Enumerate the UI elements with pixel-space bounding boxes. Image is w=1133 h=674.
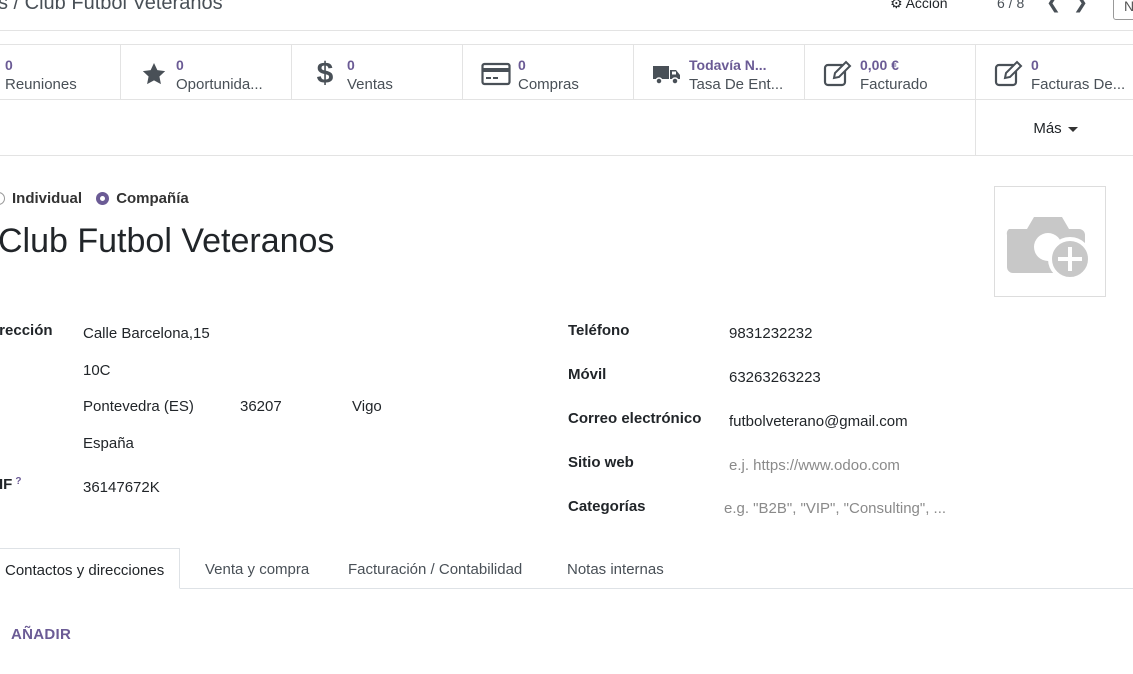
radio-checked-icon bbox=[96, 192, 110, 205]
stat-button-opportunities[interactable]: 0 Oportunida... bbox=[121, 45, 292, 100]
notebook-tabs: Contactos y direcciones Venta y compra F… bbox=[0, 548, 1133, 589]
help-icon[interactable]: ? bbox=[15, 476, 21, 487]
dollar-icon: $ bbox=[316, 57, 334, 90]
website-label: Sitio web bbox=[568, 454, 634, 471]
stat-label: Compras bbox=[518, 76, 579, 93]
star-icon bbox=[139, 59, 169, 89]
radio-label: Compañía bbox=[116, 190, 189, 207]
city-field[interactable]: Vigo bbox=[352, 398, 382, 415]
pager-next-icon[interactable]: ❯ bbox=[1073, 0, 1088, 13]
radio-circle-icon bbox=[0, 192, 5, 205]
radio-individual[interactable]: Individual bbox=[0, 190, 82, 207]
gear-icon: ⚙ bbox=[890, 0, 903, 11]
caret-down-icon bbox=[1067, 126, 1078, 132]
website-field[interactable]: e.j. https://www.odoo.com bbox=[729, 457, 900, 474]
phone-field[interactable]: 9831232232 bbox=[729, 325, 812, 342]
pager-previous-icon[interactable]: ❮ bbox=[1046, 0, 1061, 13]
truck-icon bbox=[652, 59, 682, 89]
action-menu[interactable]: ⚙ Acción bbox=[890, 0, 948, 12]
more-dropdown[interactable]: Más bbox=[975, 100, 1133, 155]
avatar-upload[interactable] bbox=[994, 186, 1106, 297]
tab-sales-purchase[interactable]: Venta y compra bbox=[205, 548, 309, 589]
address-label: irección bbox=[0, 322, 53, 339]
edit-icon bbox=[994, 59, 1024, 89]
street2-field[interactable]: 10C bbox=[83, 362, 111, 379]
stat-value: 0 bbox=[1031, 57, 1039, 73]
zip-field[interactable]: 36207 bbox=[240, 398, 282, 415]
stat-label: Tasa De Ent... bbox=[689, 76, 784, 93]
stat-button-invoiced[interactable]: 0,00 € Facturado bbox=[805, 45, 976, 100]
action-label: Acción bbox=[905, 0, 948, 11]
new-button[interactable]: N bbox=[1113, 0, 1133, 20]
tags-label: Categorías bbox=[568, 498, 646, 515]
company-type-radio-group: Individual Compañía bbox=[0, 190, 199, 207]
stat-label: Facturado bbox=[860, 76, 928, 93]
stat-value: 0 bbox=[5, 57, 13, 73]
stat-label: Facturas De... bbox=[1031, 76, 1126, 93]
stat-button-sales[interactable]: $ 0 Ventas bbox=[292, 45, 463, 100]
tab-accounting[interactable]: Facturación / Contabilidad bbox=[348, 548, 522, 589]
stat-value: 0 bbox=[518, 57, 526, 73]
tab-contacts[interactable]: Contactos y direcciones bbox=[0, 548, 181, 589]
more-label: Más bbox=[1033, 120, 1062, 137]
stat-value: 0 bbox=[347, 57, 355, 73]
stat-label: Oportunida... bbox=[176, 76, 263, 93]
pager-value[interactable]: 6 / 8 bbox=[997, 0, 1024, 11]
camera-plus-icon bbox=[1006, 217, 1092, 281]
credit-card-icon bbox=[481, 59, 511, 89]
mobile-field[interactable]: 63263263223 bbox=[729, 369, 821, 386]
email-field[interactable]: futbolveterano@gmail.com bbox=[729, 413, 908, 430]
stat-label: Reuniones bbox=[5, 76, 77, 93]
country-field[interactable]: España bbox=[83, 435, 134, 452]
stat-button-purchases[interactable]: 0 Compras bbox=[463, 45, 634, 100]
tags-field[interactable]: e.g. "B2B", "VIP", "Consulting", ... bbox=[724, 500, 946, 517]
mobile-label: Móvil bbox=[568, 366, 607, 383]
add-contact-button[interactable]: AÑADIR bbox=[11, 626, 71, 643]
vat-label: IF? bbox=[0, 476, 21, 493]
stat-value: 0,00 € bbox=[860, 57, 899, 73]
email-label: Correo electrónico bbox=[568, 410, 702, 427]
stat-button-delivery-rate[interactable]: Todavía N... Tasa De Ent... bbox=[634, 45, 805, 100]
control-panel: s / Club Futbol Veteranos ⚙ Acción 6 / 8 … bbox=[0, 0, 1133, 31]
radio-label: Individual bbox=[12, 190, 83, 207]
stat-label: Ventas bbox=[347, 76, 393, 93]
phone-label: Teléfono bbox=[568, 322, 630, 339]
stat-button-vendor-bills[interactable]: 0 Facturas De... bbox=[976, 45, 1133, 100]
radio-company[interactable]: Compañía bbox=[96, 190, 189, 207]
street-field[interactable]: Calle Barcelona,15 bbox=[83, 325, 210, 342]
stat-button-meetings[interactable]: 0 Reuniones bbox=[0, 45, 121, 100]
more-strip: Más bbox=[0, 100, 1133, 156]
breadcrumb[interactable]: s / Club Futbol Veteranos bbox=[0, 0, 223, 15]
edit-icon bbox=[823, 59, 853, 89]
partner-name-field[interactable]: Club Futbol Veteranos bbox=[0, 222, 334, 261]
tab-internal-notes[interactable]: Notas internas bbox=[567, 548, 664, 589]
stat-value: Todavía N... bbox=[689, 57, 767, 73]
stat-buttons-bar: 0 Reuniones 0 Oportunida... $ 0 Ventas 0… bbox=[0, 44, 1133, 100]
stat-value: 0 bbox=[176, 57, 184, 73]
vat-field[interactable]: 36147672K bbox=[83, 479, 160, 496]
state-field[interactable]: Pontevedra (ES) bbox=[83, 398, 194, 415]
vat-label-text: IF bbox=[0, 476, 13, 493]
